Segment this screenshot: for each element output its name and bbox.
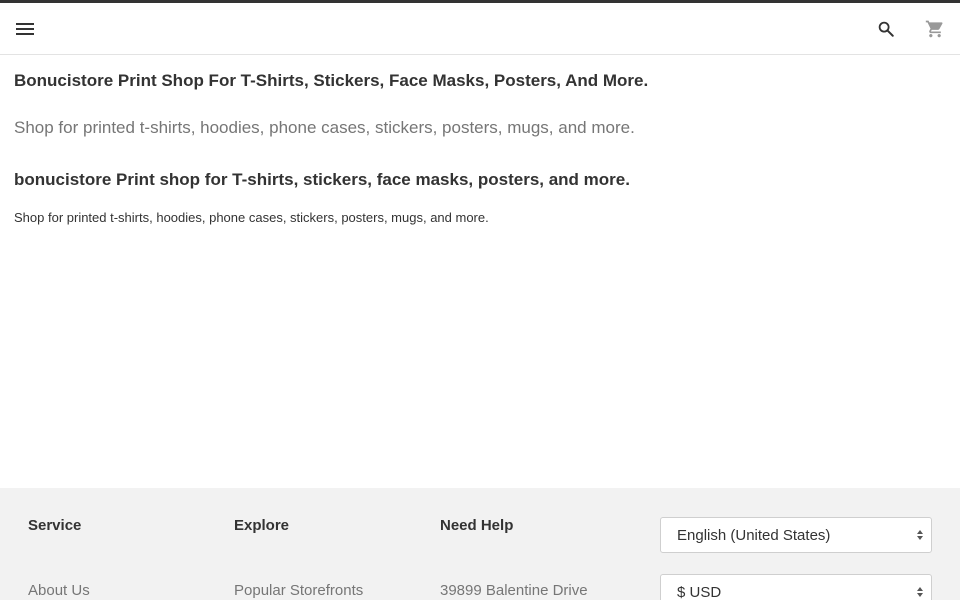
currency-select-value: $ USD xyxy=(677,583,722,600)
select-arrows-icon xyxy=(917,587,923,597)
select-arrows-icon xyxy=(917,530,923,540)
cart-button[interactable] xyxy=(922,16,948,42)
secondary-description: Shop for printed t-shirts, hoodies, phon… xyxy=(14,210,489,225)
site-header xyxy=(0,3,960,55)
currency-select[interactable]: $ USD xyxy=(660,574,932,600)
menu-button[interactable] xyxy=(12,16,38,42)
language-select[interactable]: English (United States) xyxy=(660,517,932,553)
page-title: Bonucistore Print Shop For T-Shirts, Sti… xyxy=(14,71,649,90)
search-button[interactable] xyxy=(873,16,899,42)
search-icon xyxy=(878,21,894,37)
hamburger-menu-icon xyxy=(16,23,34,35)
language-select-value: English (United States) xyxy=(677,526,831,544)
footer-heading-service: Service xyxy=(28,517,82,534)
footer-heading-need-help: Need Help xyxy=(440,517,514,534)
site-footer: Service About Us Explore Popular Storefr… xyxy=(0,488,960,600)
secondary-title: bonucistore Print shop for T-shirts, sti… xyxy=(14,170,630,189)
page-subtitle: Shop for printed t-shirts, hoodies, phon… xyxy=(14,118,635,137)
shopping-cart-icon xyxy=(925,20,943,38)
footer-link-about-us[interactable]: About Us xyxy=(28,582,90,599)
footer-link-popular-storefronts[interactable]: Popular Storefronts xyxy=(234,582,363,599)
footer-address: 39899 Balentine Drive xyxy=(440,582,588,599)
footer-heading-explore: Explore xyxy=(234,517,290,534)
